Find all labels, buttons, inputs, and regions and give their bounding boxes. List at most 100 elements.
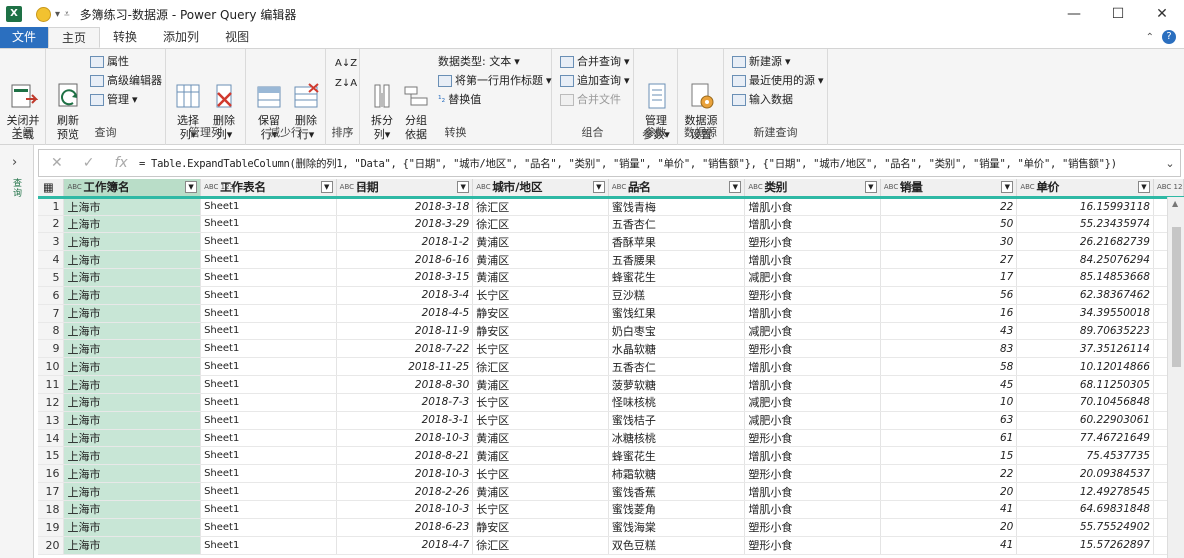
table-cell[interactable]: 22	[880, 197, 1018, 216]
type-icon[interactable]: ABC 123	[612, 183, 642, 191]
tab-add-column[interactable]: 添加列	[150, 27, 212, 48]
table-cell[interactable]: 黄浦区	[472, 250, 609, 270]
table-cell[interactable]: 2018-3-18	[336, 197, 474, 216]
smiley-feedback-icon[interactable]	[36, 6, 51, 22]
column-header[interactable]: ABC 123工作表名 ▼	[200, 179, 337, 199]
table-cell[interactable]: 上海市	[63, 500, 202, 519]
table-cell[interactable]: 蜜饯海棠	[608, 518, 746, 537]
table-cell[interactable]: 2018-2-26	[336, 482, 474, 501]
table-cell[interactable]: 上海市	[63, 322, 202, 341]
table-cell[interactable]: 黄浦区	[472, 375, 609, 394]
table-cell[interactable]: 上海市	[63, 482, 202, 501]
column-header[interactable]: ABC 工作簿名 ▼	[63, 179, 202, 199]
table-cell[interactable]: Sheet1	[200, 536, 337, 555]
table-cell[interactable]: 塑形小食	[744, 429, 881, 448]
table-cell[interactable]: 徐汇区	[472, 357, 609, 377]
filter-dropdown-icon[interactable]: ▼	[1137, 181, 1150, 193]
table-cell[interactable]: Sheet1	[200, 357, 337, 377]
confirm-formula-icon[interactable]: ✓	[83, 155, 95, 171]
table-cell[interactable]: 10.12014866	[1016, 357, 1154, 377]
table-cell[interactable]: 2018-3-1	[336, 411, 474, 430]
filter-dropdown-icon[interactable]: ▼	[457, 181, 470, 193]
type-icon[interactable]: ABC 123	[476, 183, 506, 191]
maximize-button[interactable]: ☐	[1096, 0, 1140, 28]
table-cell[interactable]: Sheet1	[200, 250, 337, 270]
table-cell[interactable]: 五香腰果	[608, 250, 746, 270]
append-queries-button[interactable]: 追加查询 ▾	[560, 72, 630, 90]
table-cell[interactable]: 2018-10-3	[336, 429, 474, 448]
table-cell[interactable]: 27	[880, 250, 1018, 270]
table-cell[interactable]: 上海市	[63, 375, 202, 394]
table-cell[interactable]: 上海市	[63, 536, 202, 555]
table-cell[interactable]: 70.10456848	[1016, 393, 1154, 412]
table-cell[interactable]: Sheet1	[200, 286, 337, 305]
table-cell[interactable]: 83	[880, 339, 1018, 359]
table-cell[interactable]: 34.39550018	[1016, 304, 1154, 323]
expand-formula-icon[interactable]: ⌄	[1160, 157, 1180, 170]
fx-icon[interactable]: fx	[114, 155, 127, 171]
table-cell[interactable]: 上海市	[63, 250, 202, 270]
table-cell[interactable]: Sheet1	[200, 464, 337, 484]
table-cell[interactable]: 塑形小食	[744, 339, 881, 359]
table-cell[interactable]: 豆沙糕	[608, 286, 746, 305]
table-cell[interactable]: 黄浦区	[472, 232, 609, 252]
filter-dropdown-icon[interactable]: ▼	[864, 181, 877, 193]
table-cell[interactable]: Sheet1	[200, 482, 337, 501]
table-cell[interactable]: 84.25076294	[1016, 250, 1154, 270]
table-cell[interactable]: 增肌小食	[744, 482, 881, 501]
table-cell[interactable]: 长宁区	[472, 500, 609, 519]
table-cell[interactable]: 柿霜软糖	[608, 464, 746, 484]
cancel-formula-icon[interactable]: ✕	[51, 155, 63, 171]
table-cell[interactable]: 上海市	[63, 518, 202, 537]
table-cell[interactable]: 静安区	[472, 304, 609, 323]
table-cell[interactable]: 2018-7-3	[336, 393, 474, 412]
type-icon[interactable]: ABC	[67, 183, 83, 191]
table-cell[interactable]: 10	[880, 393, 1018, 412]
table-cell[interactable]: 菠萝软糖	[608, 375, 746, 394]
table-cell[interactable]: 2018-1-2	[336, 232, 474, 252]
table-cell[interactable]: 上海市	[63, 215, 202, 234]
table-cell[interactable]: 89.70635223	[1016, 322, 1154, 341]
merge-queries-button[interactable]: 合并查询 ▾	[560, 53, 630, 71]
column-header[interactable]: ABC 123	[1153, 179, 1184, 199]
table-cell[interactable]: 61	[880, 429, 1018, 448]
table-cell[interactable]: 2018-8-30	[336, 375, 474, 394]
table-cell[interactable]: 上海市	[63, 339, 202, 359]
table-cell[interactable]: 奶白枣宝	[608, 322, 746, 341]
table-cell[interactable]: 增肌小食	[744, 375, 881, 394]
table-cell[interactable]: 怪味核桃	[608, 393, 746, 412]
table-cell[interactable]: 增肌小食	[744, 500, 881, 519]
table-cell[interactable]: 41	[880, 500, 1018, 519]
table-cell[interactable]: 62.38367462	[1016, 286, 1154, 305]
queries-pane-label[interactable]: 查询	[13, 179, 23, 199]
sort-descending-button[interactable]: Z↓A	[335, 75, 357, 93]
table-cell[interactable]: 上海市	[63, 429, 202, 448]
merge-files-button[interactable]: 合并文件	[560, 91, 621, 109]
tab-file[interactable]: 文件	[0, 27, 49, 48]
table-cell[interactable]: 上海市	[63, 268, 202, 287]
table-cell[interactable]: Sheet1	[200, 339, 337, 359]
table-cell[interactable]: 63	[880, 411, 1018, 430]
table-cell[interactable]: 2018-4-7	[336, 536, 474, 555]
table-cell[interactable]: 蜂蜜花生	[608, 268, 746, 287]
expand-pane-icon[interactable]: ›	[12, 155, 17, 170]
tab-transform[interactable]: 转换	[100, 27, 150, 48]
table-cell[interactable]: 蜜饯桔子	[608, 411, 746, 430]
table-cell[interactable]: 双色豆糕	[608, 536, 746, 555]
column-header[interactable]: ABC 123类别 ▼	[744, 179, 881, 199]
table-cell[interactable]: 2018-10-3	[336, 464, 474, 484]
table-cell[interactable]: 增肌小食	[744, 304, 881, 323]
table-cell[interactable]: 上海市	[63, 286, 202, 305]
table-cell[interactable]: 上海市	[63, 232, 202, 252]
table-cell[interactable]: Sheet1	[200, 446, 337, 466]
table-cell[interactable]: 50	[880, 215, 1018, 234]
table-cell[interactable]: 20.09384537	[1016, 464, 1154, 484]
table-cell[interactable]: 塑形小食	[744, 536, 881, 555]
type-icon[interactable]: ABC 123	[1157, 184, 1183, 191]
table-cell[interactable]: 16	[880, 304, 1018, 323]
table-cell[interactable]: 2018-8-21	[336, 446, 474, 466]
table-cell[interactable]: 减肥小食	[744, 393, 881, 412]
first-row-header-button[interactable]: 将第一行用作标题 ▾	[438, 72, 552, 90]
table-cell[interactable]: Sheet1	[200, 375, 337, 394]
table-cell[interactable]: 长宁区	[472, 464, 609, 484]
